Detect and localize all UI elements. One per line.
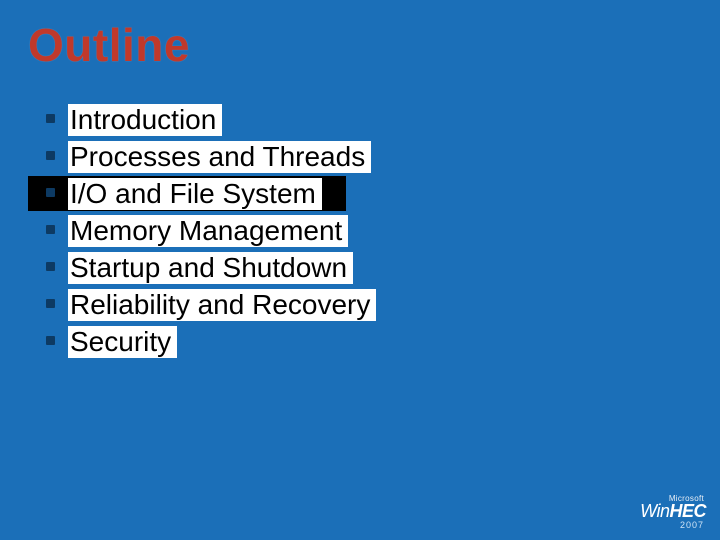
bullet-label: Introduction (68, 104, 222, 136)
bullet-marker-icon (46, 299, 55, 308)
bullet-item: Memory Management (48, 213, 692, 248)
bullet-item: Processes and Threads (48, 139, 692, 174)
bullet-marker-icon (46, 336, 55, 345)
slide-title: Outline (28, 18, 692, 72)
bullet-marker-icon (46, 225, 55, 234)
logo: Microsoft WinHEC 2007 (640, 494, 706, 530)
bullet-marker-icon (46, 262, 55, 271)
bullet-label: Reliability and Recovery (68, 289, 376, 321)
slide: Outline Introduction Processes and Threa… (0, 0, 720, 540)
bullet-item: Introduction (48, 102, 692, 137)
logo-main: WinHEC (640, 501, 706, 521)
logo-main-b: HEC (669, 501, 706, 521)
bullet-label: Processes and Threads (68, 141, 371, 173)
bullet-label: Security (68, 326, 177, 358)
bullet-marker-icon (46, 114, 55, 123)
logo-main-a: Win (640, 501, 669, 521)
bullet-marker-icon (46, 188, 55, 197)
logo-year: 2007 (640, 520, 706, 530)
bullet-item: Security (48, 324, 692, 359)
bullet-marker-icon (46, 151, 55, 160)
bullet-label: Startup and Shutdown (68, 252, 353, 284)
bullet-list: Introduction Processes and Threads I/O a… (28, 102, 692, 359)
bullet-label: I/O and File System (68, 178, 322, 210)
bullet-item: Reliability and Recovery (48, 287, 692, 322)
bullet-label: Memory Management (68, 215, 348, 247)
bullet-item-highlighted: I/O and File System (28, 176, 346, 211)
bullet-item: Startup and Shutdown (48, 250, 692, 285)
